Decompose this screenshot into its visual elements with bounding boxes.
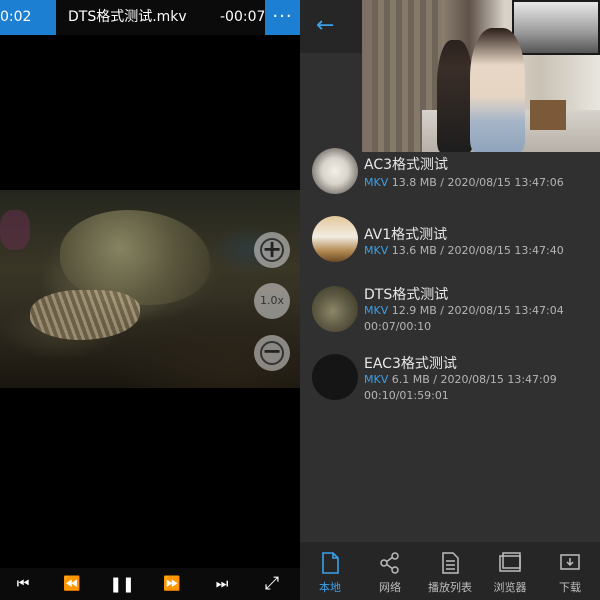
nav-label: 下载 bbox=[559, 581, 581, 594]
next-icon[interactable]: ⏭ bbox=[207, 568, 237, 600]
video-thumbnail bbox=[312, 148, 358, 194]
previous-icon[interactable]: ⏮ bbox=[8, 568, 38, 600]
video-title: EAC3格式测试 bbox=[364, 356, 457, 372]
plus-icon: + bbox=[261, 235, 283, 263]
preview-wall-painting bbox=[512, 0, 600, 55]
remaining-time[interactable]: -00:07 bbox=[220, 0, 265, 35]
preview-person-woman bbox=[470, 28, 525, 152]
more-options-button[interactable]: ··· bbox=[265, 0, 300, 35]
minus-icon: − bbox=[261, 337, 283, 365]
video-title: AV1格式测试 bbox=[364, 227, 448, 243]
playlist-icon bbox=[442, 552, 459, 574]
video-details: MKV 6.1 MB / 2020/08/15 13:47:09 bbox=[364, 373, 557, 386]
fullscreen-icon[interactable]: ⤢ bbox=[257, 568, 287, 600]
video-details: MKV 13.8 MB / 2020/08/15 13:47:06 bbox=[364, 176, 564, 189]
video-file-title: DTS格式测试.mkv bbox=[68, 9, 187, 25]
video-title: DTS格式测试 bbox=[364, 287, 449, 303]
size-and-date: 13.8 MB / 2020/08/15 13:47:06 bbox=[391, 176, 564, 189]
browser-icon bbox=[499, 552, 521, 572]
pause-icon[interactable]: ❚❚ bbox=[107, 568, 137, 600]
size-and-date: 13.6 MB / 2020/08/15 13:47:40 bbox=[391, 244, 564, 257]
zoom-level-button[interactable]: 1.0x bbox=[254, 283, 290, 319]
nav-local[interactable]: 本地 bbox=[300, 542, 360, 600]
video-player[interactable]: 0:02 DTS格式测试.mkv -00:07 ··· + 1.0x − ⏮ ⏪… bbox=[0, 0, 300, 600]
format-badge: MKV bbox=[364, 373, 389, 386]
nav-label: 浏览器 bbox=[493, 581, 527, 594]
list-item[interactable]: AC3格式测试 MKV 13.8 MB / 2020/08/15 13:47:0… bbox=[300, 146, 600, 216]
list-item[interactable]: EAC3格式测试 MKV 6.1 MB / 2020/08/15 13:47:0… bbox=[300, 351, 600, 421]
video-details: MKV 13.6 MB / 2020/08/15 13:47:40 bbox=[364, 244, 564, 257]
video-coral-detail bbox=[0, 210, 30, 250]
rewind-icon[interactable]: ⏪ bbox=[57, 568, 87, 600]
list-item[interactable]: DTS格式测试 MKV 12.9 MB / 2020/08/15 13:47:0… bbox=[300, 282, 600, 352]
back-arrow-icon[interactable]: ← bbox=[316, 12, 340, 40]
nav-label: 本地 bbox=[319, 581, 341, 594]
nav-download[interactable]: 下载 bbox=[540, 542, 600, 600]
download-icon bbox=[560, 554, 580, 570]
nav-network[interactable]: 网络 bbox=[360, 542, 420, 600]
file-icon bbox=[322, 552, 339, 574]
video-fish-fin bbox=[30, 290, 140, 340]
video-title: AC3格式测试 bbox=[364, 157, 449, 173]
share-icon bbox=[380, 552, 399, 574]
format-badge: MKV bbox=[364, 244, 389, 257]
nav-label: 网络 bbox=[379, 581, 401, 594]
video-thumbnail bbox=[312, 286, 358, 332]
elapsed-time: 0:02 bbox=[0, 0, 56, 35]
video-preview-thumbnail[interactable] bbox=[362, 0, 600, 152]
playback-progress: 00:07/00:10 bbox=[364, 320, 432, 333]
format-badge: MKV bbox=[364, 304, 389, 317]
zoom-out-button[interactable]: − bbox=[254, 335, 290, 371]
video-thumbnail bbox=[312, 354, 358, 400]
player-top-bar: 0:02 DTS格式测试.mkv -00:07 ··· bbox=[0, 0, 300, 35]
playback-progress: 00:10/01:59:01 bbox=[364, 389, 449, 402]
nav-label: 播放列表 bbox=[428, 581, 472, 594]
size-and-date: 6.1 MB / 2020/08/15 13:47:09 bbox=[391, 373, 557, 386]
preview-side-table bbox=[530, 100, 566, 130]
size-and-date: 12.9 MB / 2020/08/15 13:47:04 bbox=[391, 304, 564, 317]
player-controls-bar: ⏮ ⏪ ❚❚ ⏩ ⏭ ⤢ bbox=[0, 568, 300, 600]
preview-person-man bbox=[437, 40, 473, 152]
video-details: MKV 12.9 MB / 2020/08/15 13:47:04 bbox=[364, 304, 564, 317]
fast-forward-icon[interactable]: ⏩ bbox=[157, 568, 187, 600]
format-badge: MKV bbox=[364, 176, 389, 189]
media-library: ← AC3格式测试 MKV 13.8 MB / 2020/08/15 13:47… bbox=[300, 0, 600, 600]
zoom-in-button[interactable]: + bbox=[254, 232, 290, 268]
nav-playlist[interactable]: 播放列表 bbox=[420, 542, 480, 600]
list-item[interactable]: AV1格式测试 MKV 13.6 MB / 2020/08/15 13:47:4… bbox=[300, 214, 600, 284]
bottom-navigation: 本地 网络 播放列表 浏览器 下载 bbox=[300, 542, 600, 600]
nav-browser[interactable]: 浏览器 bbox=[480, 542, 540, 600]
video-thumbnail bbox=[312, 216, 358, 262]
more-icon: ··· bbox=[272, 6, 293, 27]
